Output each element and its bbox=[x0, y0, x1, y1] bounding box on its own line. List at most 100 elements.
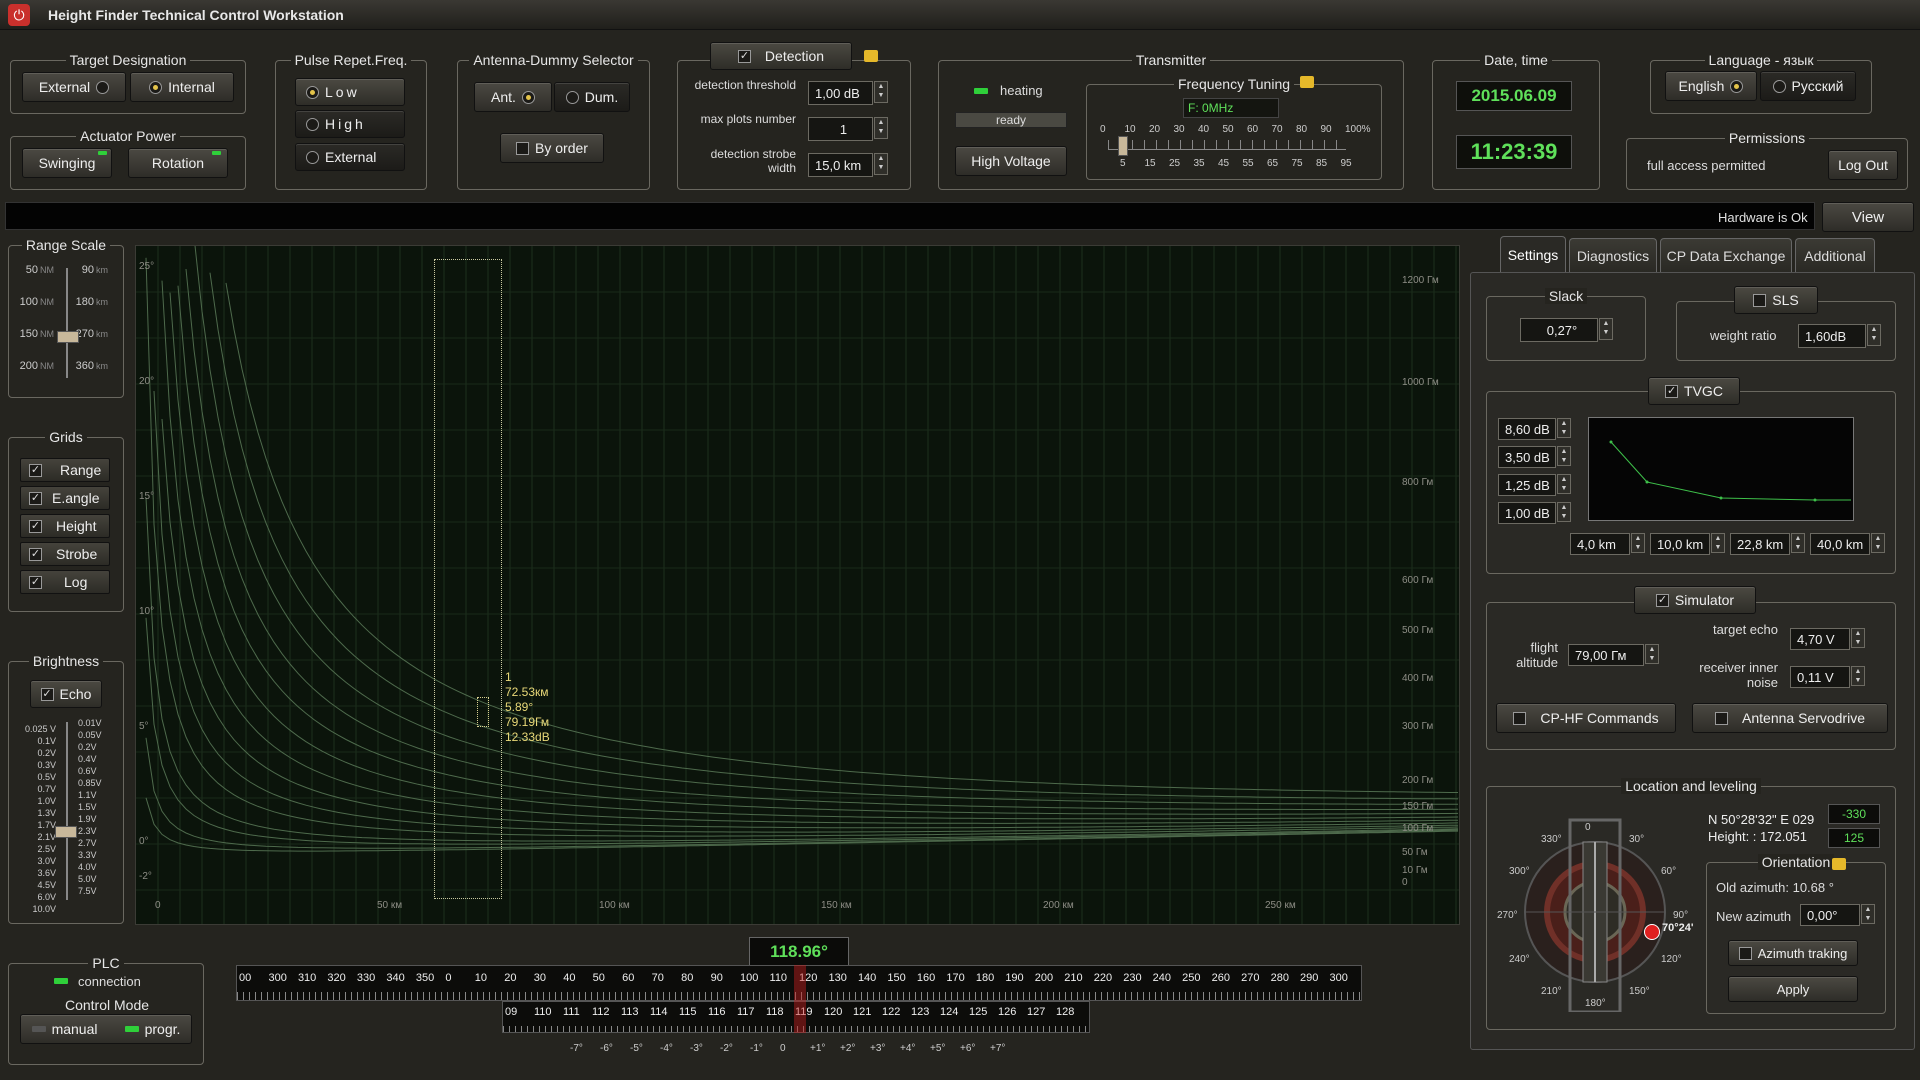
spin-arrows-icon[interactable]: ▲ ▼ bbox=[874, 153, 888, 175]
tvgc-km-spinbox-3[interactable]: 22,8 km ▲ ▼ bbox=[1730, 533, 1805, 555]
spin-arrows-icon[interactable]: ▲ ▼ bbox=[1631, 533, 1645, 553]
receiver-noise-spinbox[interactable]: 0,11 V ▲ ▼ bbox=[1790, 666, 1865, 688]
tvgc-db-spinbox-4[interactable]: 1,00 dB ▲ ▼ bbox=[1498, 502, 1571, 524]
spin-arrows-icon[interactable]: ▲ ▼ bbox=[1871, 533, 1885, 553]
azimuth-coarse-label: 350 bbox=[415, 972, 435, 984]
spin-arrows-icon[interactable]: ▲ ▼ bbox=[1645, 644, 1659, 664]
spin-arrows-icon[interactable]: ▲ ▼ bbox=[874, 81, 888, 103]
by-order-checkbox[interactable]: By order bbox=[500, 133, 604, 163]
tab-cp-data-exchange[interactable]: CP Data Exchange bbox=[1660, 238, 1792, 272]
unlock-icon[interactable] bbox=[1832, 858, 1846, 870]
range-slider-track[interactable] bbox=[66, 268, 68, 378]
antenna-servodrive-checkbox[interactable]: Antenna Servodrive bbox=[1692, 703, 1888, 733]
spin-arrows-icon[interactable]: ▲ ▼ bbox=[874, 117, 888, 139]
azimuth-coarse-label: 140 bbox=[857, 972, 877, 984]
new-azimuth-spinbox[interactable]: 0,00° ▲ ▼ bbox=[1800, 904, 1875, 926]
target-info-line: 72.53км bbox=[505, 685, 549, 699]
weight-ratio-spinbox[interactable]: 1,60dB ▲ ▼ bbox=[1798, 324, 1881, 348]
flight-altitude-spinbox[interactable]: 79,00 Гм ▲ ▼ bbox=[1568, 644, 1659, 666]
spin-arrows-icon[interactable]: ▲ ▼ bbox=[1861, 904, 1875, 924]
tvgc-db-spinbox-2[interactable]: 3,50 dB ▲ ▼ bbox=[1498, 446, 1571, 468]
sls-checkbox[interactable]: SLS bbox=[1734, 286, 1818, 314]
tvgc-db-spinbox-3[interactable]: 1,25 dB ▲ ▼ bbox=[1498, 474, 1571, 496]
brightness-slider-handle[interactable] bbox=[55, 826, 77, 838]
spin-arrows-icon[interactable]: ▲ ▼ bbox=[1851, 628, 1865, 648]
detection-checkbox[interactable]: ✓ Detection bbox=[710, 42, 852, 70]
strobe-box[interactable] bbox=[434, 259, 502, 899]
view-button[interactable]: View bbox=[1822, 202, 1914, 232]
spin-arrows-icon[interactable]: ▲ ▼ bbox=[1557, 446, 1571, 466]
azimuth-coarse-label: 190 bbox=[1005, 972, 1024, 984]
apply-button[interactable]: Apply bbox=[1728, 976, 1858, 1002]
target-marker[interactable] bbox=[477, 697, 489, 727]
heating-label: heating bbox=[1000, 83, 1043, 98]
grid-range-checkbox[interactable]: ✓ Range bbox=[20, 458, 110, 482]
slack-spinbox[interactable]: 0,27° ▲ ▼ bbox=[1520, 318, 1613, 342]
spin-arrows-icon[interactable]: ▲ ▼ bbox=[1711, 533, 1725, 553]
prf-low-radio[interactable]: Low bbox=[295, 78, 405, 106]
grid-strobe-checkbox[interactable]: ✓ Strobe bbox=[20, 542, 110, 566]
range-scale-title: Range Scale bbox=[21, 237, 111, 253]
external-radio[interactable]: External bbox=[22, 72, 126, 102]
tvgc-km-spinbox-2[interactable]: 10,0 km ▲ ▼ bbox=[1650, 533, 1725, 555]
spin-arrows-icon[interactable]: ▲ ▼ bbox=[1557, 418, 1571, 438]
connection-led bbox=[54, 978, 68, 984]
range-slider-handle[interactable] bbox=[57, 331, 79, 343]
lock-icon[interactable] bbox=[1300, 76, 1314, 88]
tab-additional[interactable]: Additional bbox=[1795, 238, 1875, 272]
target-echo-spinbox[interactable]: 4,70 V ▲ ▼ bbox=[1790, 628, 1865, 650]
spin-arrows-icon[interactable]: ▲ ▼ bbox=[1599, 318, 1613, 340]
grid-height-checkbox[interactable]: ✓ Height bbox=[20, 514, 110, 538]
simulator-checkbox[interactable]: ✓ Simulator bbox=[1634, 586, 1756, 614]
brightness-right-label: 1.5V bbox=[78, 802, 97, 812]
power-icon[interactable]: ⏻ bbox=[8, 4, 30, 26]
spin-arrows-icon[interactable]: ▲ ▼ bbox=[1557, 502, 1571, 522]
spin-arrows-icon[interactable]: ▲ ▼ bbox=[1851, 666, 1865, 686]
echo-checkbox[interactable]: ✓ Echo bbox=[30, 680, 102, 708]
prf-external-radio[interactable]: External bbox=[295, 143, 405, 171]
spin-arrows-icon[interactable]: ▲ ▼ bbox=[1867, 324, 1881, 346]
azimuth-degree-label: +2° bbox=[840, 1043, 856, 1054]
spin-arrows-icon[interactable]: ▲ ▼ bbox=[1557, 474, 1571, 494]
frequency-slider-handle[interactable] bbox=[1118, 136, 1128, 156]
height-finder-plot[interactable] bbox=[135, 245, 1460, 925]
height-tick-label: 1200 Гм bbox=[1402, 275, 1439, 286]
tab-diagnostics[interactable]: Diagnostics bbox=[1569, 238, 1657, 272]
cp-hf-commands-checkbox[interactable]: CP-HF Commands bbox=[1496, 703, 1676, 733]
grid-eangle-checkbox[interactable]: ✓ E.angle bbox=[20, 486, 110, 510]
tvgc-curve-graph[interactable] bbox=[1588, 417, 1854, 521]
russian-radio[interactable]: Русский bbox=[1760, 71, 1856, 101]
strobe-spinbox[interactable]: 15,0 km ▲ ▼ bbox=[808, 153, 888, 177]
max-plots-spinbox[interactable]: 1 ▲ ▼ bbox=[808, 117, 888, 141]
frequency-slider-track[interactable] bbox=[1108, 140, 1346, 150]
tvgc-checkbox[interactable]: ✓ TVGC bbox=[1648, 377, 1740, 405]
range-km-unit: km bbox=[96, 297, 108, 307]
grid-log-checkbox[interactable]: ✓ Log bbox=[20, 570, 110, 594]
tvgc-db-value: 1,25 dB bbox=[1505, 477, 1550, 493]
height-tick-label: 500 Гм bbox=[1402, 625, 1434, 636]
high-voltage-button[interactable]: High Voltage bbox=[955, 146, 1067, 176]
grid-strobe-label: Strobe bbox=[56, 546, 98, 562]
threshold-spinbox[interactable]: 1,00 dB ▲ ▼ bbox=[808, 81, 888, 105]
tvgc-db-spinbox-1[interactable]: 8,60 dB ▲ ▼ bbox=[1498, 418, 1571, 440]
azimuth-tracking-checkbox[interactable]: Azimuth traking bbox=[1728, 940, 1858, 966]
brightness-scale-right: 0.01V 0.05V 0.2V 0.4V 0.6V 0.85V 1.1V 1.5V 1.9V 2… bbox=[78, 718, 122, 898]
tvgc-km-spinbox-1[interactable]: 4,0 km ▲ ▼ bbox=[1570, 533, 1645, 555]
control-mode-toggle[interactable]: manual progr. bbox=[20, 1014, 192, 1044]
azimuth-fine-label: 122 bbox=[882, 1006, 901, 1018]
brightness-slider-track[interactable] bbox=[66, 722, 68, 900]
internal-radio[interactable]: Internal bbox=[130, 72, 234, 102]
tvgc-km-spinbox-4[interactable]: 40,0 km ▲ ▼ bbox=[1810, 533, 1885, 555]
height-tick-label: 0 bbox=[1402, 877, 1408, 888]
antenna-radio[interactable]: Ant. bbox=[474, 82, 552, 112]
target-info: 1 72.53км 5.89° 79.19Гм 12.33dB bbox=[505, 670, 550, 745]
english-radio[interactable]: English bbox=[1665, 71, 1757, 101]
logout-button[interactable]: Log Out bbox=[1828, 150, 1898, 180]
prf-high-radio[interactable]: High bbox=[295, 110, 405, 138]
tab-settings[interactable]: Settings bbox=[1500, 236, 1566, 272]
unlock-icon[interactable] bbox=[864, 50, 878, 62]
dummy-radio[interactable]: Dum. bbox=[554, 82, 630, 112]
spin-arrows-icon[interactable]: ▲ ▼ bbox=[1791, 533, 1805, 553]
servodrive-label: Antenna Servodrive bbox=[1742, 710, 1865, 726]
frequency-tick-label: 40 bbox=[1198, 124, 1210, 135]
